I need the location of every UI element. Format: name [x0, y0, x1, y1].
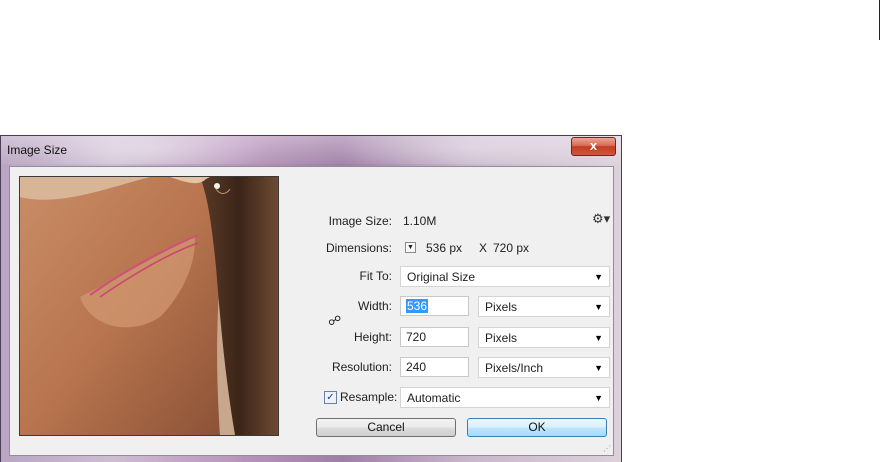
chain-link-icon[interactable]: ☍ [328, 313, 341, 329]
dimensions-label: Dimensions: [325, 241, 392, 255]
dimensions-width-value: 536 px [426, 241, 463, 255]
chevron-down-icon: ▼ [594, 302, 603, 312]
fit-to-select[interactable]: Original Size ▼ [400, 266, 610, 287]
resolution-input[interactable]: 240 [400, 357, 469, 377]
dimensions-separator: X [479, 241, 488, 255]
width-unit-select[interactable]: Pixels ▼ [478, 296, 610, 317]
chevron-down-icon: ▼ [594, 363, 603, 373]
width-label: Width: [357, 299, 392, 313]
resize-grip-icon[interactable]: ⋰ [603, 444, 611, 453]
fit-to-label: Fit To: [359, 269, 392, 283]
preview-image [20, 177, 278, 435]
checkmark-icon: ✓ [326, 392, 335, 403]
resample-label: Resample: [340, 390, 398, 404]
height-unit-value: Pixels [485, 331, 518, 345]
height-input[interactable]: 720 [400, 327, 469, 347]
resolution-label: Resolution: [331, 360, 392, 374]
title-bar[interactable]: Image Size x [1, 136, 621, 164]
image-size-dialog: Image Size x Image Size: 1.10M ⚙▾ Dimens… [0, 135, 622, 462]
window-title: Image Size [7, 143, 68, 157]
width-value: 536 [406, 299, 429, 313]
height-unit-select[interactable]: Pixels ▼ [478, 327, 610, 348]
dimensions-height-value: 720 px [493, 241, 530, 255]
gear-icon[interactable]: ⚙▾ [592, 211, 610, 227]
cancel-button[interactable]: Cancel [316, 418, 456, 437]
height-value: 720 [406, 330, 427, 344]
edge-mark [879, 0, 880, 40]
chevron-down-icon: ▼ [594, 272, 603, 282]
close-button[interactable]: x [571, 137, 616, 156]
image-preview[interactable] [19, 176, 279, 436]
height-label: Height: [353, 330, 392, 344]
dimensions-units-dropdown[interactable]: ▼ [405, 242, 416, 253]
resample-select[interactable]: Automatic ▼ [400, 387, 610, 408]
image-size-value: 1.10M [403, 214, 437, 228]
image-size-label: Image Size: [328, 214, 392, 228]
dialog-body: Image Size: 1.10M ⚙▾ Dimensions: ▼ 536 p… [9, 166, 614, 456]
resolution-unit-select[interactable]: Pixels/Inch ▼ [478, 357, 610, 378]
chevron-down-icon: ▼ [594, 393, 603, 403]
resample-checkbox[interactable]: ✓ [324, 391, 337, 404]
width-input[interactable]: 536 [400, 296, 469, 316]
width-unit-value: Pixels [485, 300, 518, 314]
chevron-down-icon: ▼ [594, 333, 603, 343]
chevron-down-icon: ▼ [407, 244, 414, 251]
resample-value: Automatic [407, 391, 461, 405]
fit-to-value: Original Size [407, 270, 476, 284]
resolution-value: 240 [406, 360, 427, 374]
ok-button[interactable]: OK [467, 418, 607, 437]
resolution-unit-value: Pixels/Inch [485, 361, 544, 375]
close-icon: x [589, 138, 598, 153]
